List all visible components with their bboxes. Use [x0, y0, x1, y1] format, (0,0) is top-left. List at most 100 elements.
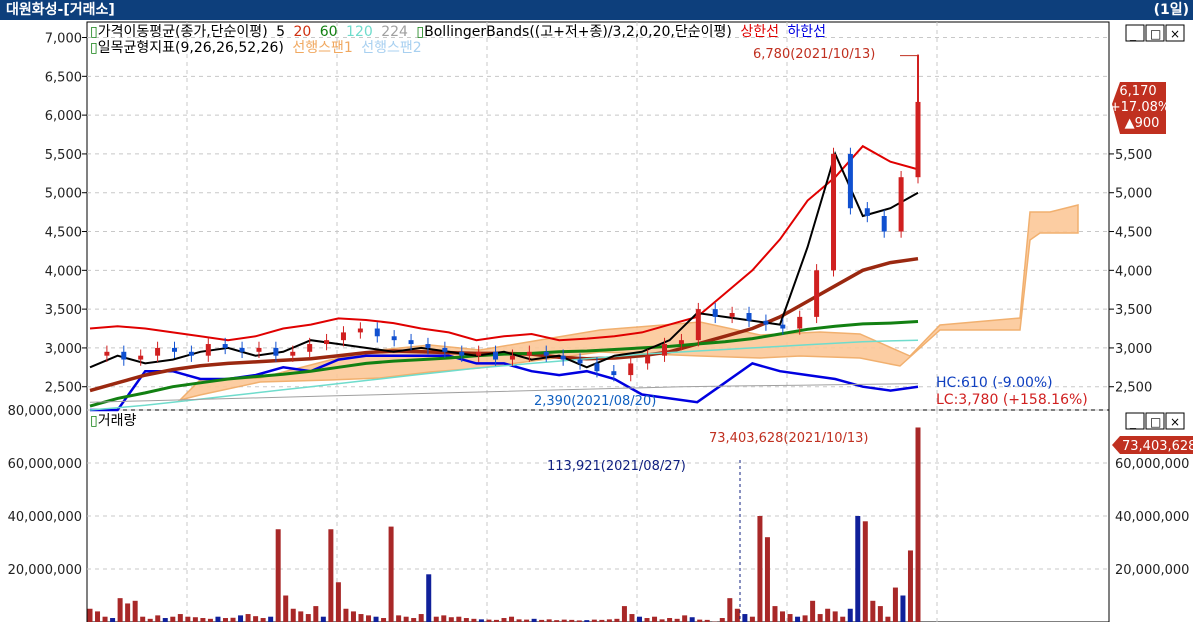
volume-bar: [411, 618, 417, 622]
candle-body: [493, 351, 499, 360]
volume-bar: [907, 550, 913, 622]
candle-body: [476, 351, 482, 356]
volume-bar: [87, 608, 93, 622]
candle-body: [222, 344, 228, 348]
candle-body: [408, 340, 414, 345]
period-label[interactable]: (1일): [1154, 0, 1189, 20]
candle-body: [171, 347, 177, 352]
volume-bar: [456, 616, 462, 622]
volume-bar: [222, 618, 228, 622]
ma60-legend: 60: [320, 24, 338, 40]
current-price: 6,170: [1119, 84, 1156, 99]
volume-right-tick-label: 60,000,000: [1115, 457, 1189, 472]
volume-panel-controls[interactable]: _ □ ×: [1125, 412, 1185, 430]
maximize-icon: □: [1150, 27, 1161, 41]
candle-body: [374, 328, 380, 337]
volume-bar: [742, 614, 748, 622]
span1-legend: 선행스팬1: [292, 40, 352, 56]
y-tick-label: 5,500: [45, 148, 82, 163]
volume-bar: [817, 614, 823, 622]
volume-bar: [260, 618, 266, 622]
bb-legend-label: BollingerBands((고+저+종)/3,2,0,20,단순이평): [424, 24, 732, 40]
candle-body: [594, 363, 600, 372]
volume-bar: [110, 618, 116, 622]
legend-line-2: ▯일목균형지표(9,26,26,52,26) 선행스팬1 선행스팬2: [90, 40, 422, 56]
legend-box-icon: ▯: [90, 40, 98, 56]
volume-tick-label: 80,000,000: [8, 404, 82, 419]
ma120-legend: 120: [346, 24, 373, 40]
volume-bar: [305, 614, 311, 622]
volume-bar: [509, 616, 515, 622]
bb-lower-legend: 하한선: [787, 24, 826, 40]
volume-bar: [320, 616, 326, 622]
candle-body: [155, 347, 161, 356]
candle-body: [763, 320, 769, 325]
candle-body: [881, 216, 887, 232]
volume-bar: [426, 574, 432, 622]
price-panel-controls[interactable]: _ □ ×: [1125, 24, 1185, 42]
y-tick-label: 4,000: [45, 264, 82, 279]
candle-body: [543, 351, 549, 356]
ma224-legend: 224: [381, 24, 408, 40]
candle-body: [577, 359, 583, 364]
ma5-legend: 5: [276, 24, 285, 40]
volume-bar: [192, 617, 198, 622]
candle-body: [307, 344, 313, 352]
ma-legend-label: 가격이동평균(종가,단순이평): [98, 24, 268, 40]
volume-bar: [177, 614, 183, 622]
legend-box-icon: ▯: [416, 24, 424, 40]
chart-area[interactable]: 7,000 6,500 6,000 5,500 5,000 4,500 4,000 3,500…: [0, 20, 1193, 622]
volume-right-tick-label: 20,000,000: [1115, 563, 1189, 578]
volume-bar: [283, 595, 289, 622]
volume-bar: [95, 611, 101, 622]
volume-bar: [275, 529, 281, 622]
current-change-abs: ▲900: [1125, 116, 1160, 131]
volume-bar: [892, 587, 898, 622]
volume-bar: [448, 617, 454, 622]
volume-bar: [396, 615, 402, 622]
volume-bar: [230, 617, 236, 622]
volume-bar: [268, 616, 274, 622]
volume-bar: [652, 616, 658, 622]
volume-bar: [155, 615, 161, 622]
lc-label: LC:3,780 (+158.16%): [936, 392, 1088, 408]
volume-bar: [132, 600, 138, 622]
volume-bar: [200, 618, 206, 622]
volume-bar: [915, 427, 921, 622]
candle-body: [526, 351, 532, 356]
candle-body: [442, 347, 448, 352]
volume-bar: [667, 618, 673, 622]
volume-bar: [749, 616, 755, 622]
volume-bar: [381, 618, 387, 622]
volume-bar: [433, 616, 439, 622]
y-tick-label: 3,000: [45, 342, 82, 357]
candle-body: [357, 328, 363, 333]
current-price-badge: 6,170 +17.08% ▲900: [1110, 82, 1170, 134]
right-tick-label: 3,000: [1115, 342, 1152, 357]
candle-body: [188, 351, 194, 356]
volume-bar: [795, 616, 801, 622]
volume-bar: [358, 614, 364, 622]
ma20-legend: 20: [293, 24, 311, 40]
right-tick-label: 4,000: [1115, 264, 1152, 279]
legend-box-icon: ▯: [90, 24, 98, 40]
volume-bar: [885, 616, 891, 622]
volume-right-tick-label: 40,000,000: [1115, 510, 1189, 525]
volume-bar: [238, 615, 244, 622]
ichimoku-legend-label: 일목균형지표(9,26,26,52,26): [98, 40, 284, 56]
minimize-icon: _: [1129, 415, 1137, 429]
candle-body: [628, 363, 634, 376]
y-tick-label: 6,000: [45, 109, 82, 124]
right-tick-label: 4,500: [1115, 226, 1152, 241]
volume-bar: [350, 611, 356, 622]
volume-bar: [418, 614, 424, 622]
volume-bar: [900, 595, 906, 622]
candle-body: [611, 371, 617, 376]
candle-body: [340, 332, 346, 341]
volume-bar: [629, 614, 635, 622]
volume-bar: [125, 603, 131, 622]
volume-bar: [870, 600, 876, 622]
volume-bar: [253, 616, 259, 622]
volume-bar: [764, 537, 770, 622]
candle-body: [645, 355, 651, 364]
